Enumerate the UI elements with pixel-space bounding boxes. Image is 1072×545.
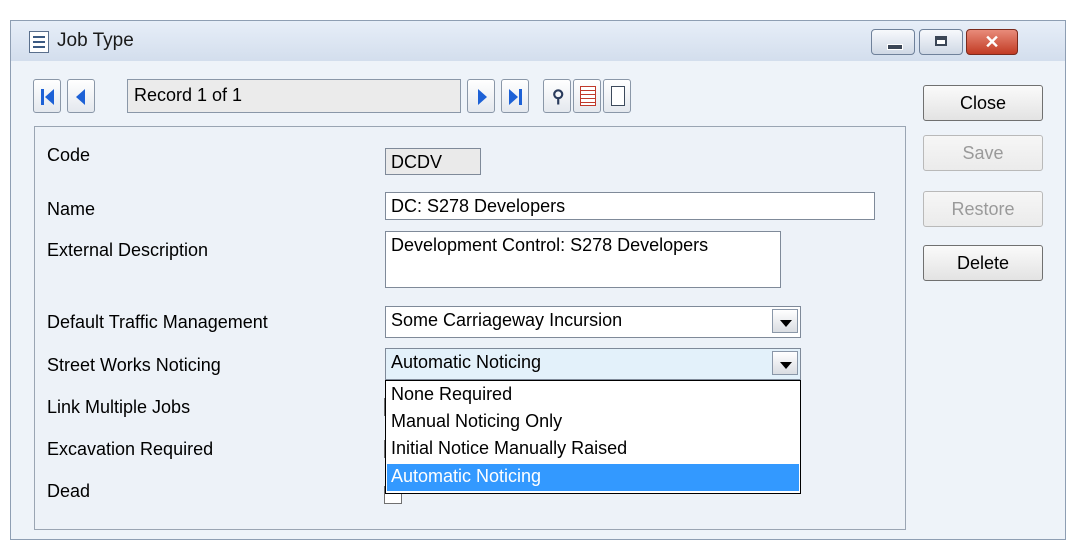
- first-record-button[interactable]: [33, 79, 61, 113]
- close-icon: ✕: [984, 32, 1000, 52]
- window-title: Job Type: [57, 30, 134, 51]
- link-multiple-jobs-label: Link Multiple Jobs: [47, 397, 191, 417]
- maximize-icon: [935, 36, 947, 46]
- form-icon: [29, 31, 49, 53]
- datasheet-view-button[interactable]: [573, 79, 601, 113]
- previous-record-button[interactable]: [67, 79, 95, 113]
- minimize-button[interactable]: [871, 29, 915, 55]
- datasheet-view-icon: [580, 86, 596, 106]
- save-button[interactable]: Save: [923, 135, 1043, 171]
- next-record-icon: [478, 89, 487, 105]
- dropdown-option[interactable]: None Required: [387, 382, 799, 409]
- name-label: Name: [47, 199, 96, 219]
- default-traffic-management-value: Some Carriageway Incursion: [391, 310, 623, 330]
- street-works-noticing-value: Automatic Noticing: [391, 352, 542, 372]
- form-view-icon: [611, 86, 625, 106]
- street-works-noticing-dropdown: None Required Manual Noticing Only Initi…: [385, 380, 801, 494]
- window-close-button[interactable]: ✕: [966, 29, 1018, 55]
- close-button[interactable]: Close: [923, 85, 1043, 121]
- previous-record-icon: [76, 89, 85, 105]
- excavation-required-label: Excavation Required: [47, 439, 214, 459]
- name-field[interactable]: DC: S278 Developers: [385, 192, 875, 220]
- street-works-noticing-select[interactable]: Automatic Noticing: [385, 348, 801, 380]
- maximize-button[interactable]: [919, 29, 963, 55]
- dropdown-option-selected[interactable]: Automatic Noticing: [387, 464, 799, 491]
- external-description-field[interactable]: Development Control: S278 Developers: [385, 231, 781, 288]
- form-view-button[interactable]: [603, 79, 631, 113]
- dead-label: Dead: [47, 481, 91, 501]
- find-binoculars-icon: ⚲: [552, 87, 565, 106]
- restore-button[interactable]: Restore: [923, 191, 1043, 227]
- delete-button[interactable]: Delete: [923, 245, 1043, 281]
- code-field[interactable]: DCDV: [385, 148, 481, 175]
- dropdown-option[interactable]: Initial Notice Manually Raised: [387, 436, 799, 463]
- record-indicator[interactable]: Record 1 of 1: [127, 79, 461, 113]
- external-description-label: External Description: [47, 240, 209, 260]
- next-record-button[interactable]: [467, 79, 495, 113]
- chevron-down-icon[interactable]: [772, 309, 798, 333]
- default-traffic-management-label: Default Traffic Management: [47, 312, 268, 332]
- last-record-button[interactable]: [501, 79, 529, 113]
- minimize-icon: [887, 44, 903, 50]
- title-bar[interactable]: Job Type ✕: [11, 21, 1065, 61]
- find-button[interactable]: ⚲: [543, 79, 571, 113]
- default-traffic-management-select[interactable]: Some Carriageway Incursion: [385, 306, 801, 338]
- code-label: Code: [47, 145, 91, 165]
- last-record-icon: [509, 89, 518, 105]
- street-works-noticing-label: Street Works Noticing: [47, 355, 221, 375]
- chevron-down-icon[interactable]: [772, 351, 798, 375]
- first-record-icon: [41, 89, 44, 105]
- dropdown-option[interactable]: Manual Noticing Only: [387, 409, 799, 436]
